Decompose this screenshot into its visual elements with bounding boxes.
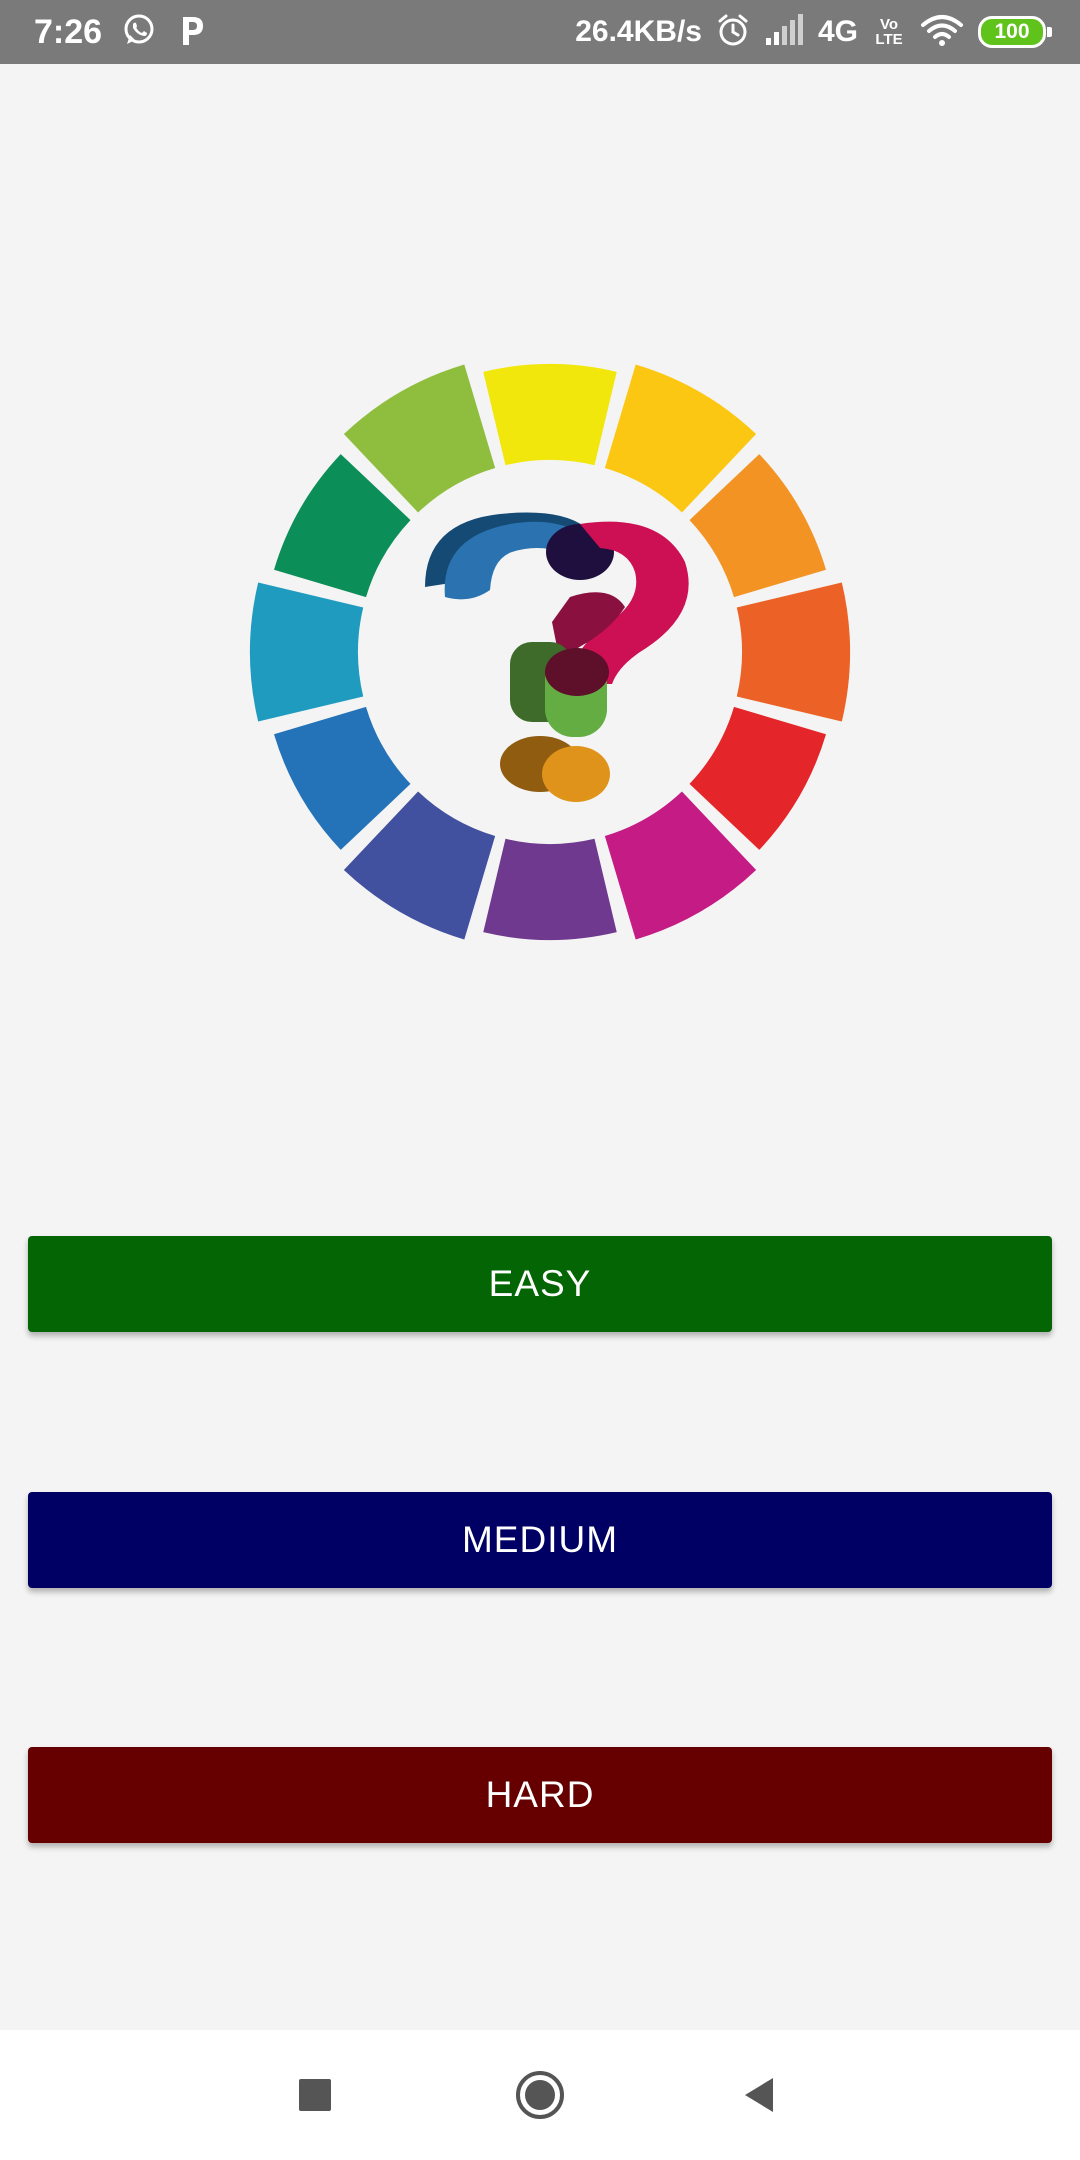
volte-indicator: Vo LTE bbox=[872, 17, 906, 47]
home-circle-icon[interactable] bbox=[510, 2065, 570, 2125]
p-notification-icon bbox=[178, 13, 206, 52]
signal-icon bbox=[764, 13, 804, 51]
battery-icon: 100 bbox=[978, 16, 1052, 48]
status-time: 7:26 bbox=[34, 13, 103, 51]
alarm-icon bbox=[716, 13, 750, 52]
battery-level: 100 bbox=[994, 20, 1030, 43]
recents-square-icon[interactable] bbox=[285, 2065, 345, 2125]
status-left-icons bbox=[122, 10, 206, 54]
status-right-group: 26.4KB/s 4G Vo LTE 100 bbox=[575, 10, 1052, 54]
logo-graphic bbox=[250, 364, 850, 940]
network-type: 4G bbox=[817, 15, 858, 48]
back-triangle-icon[interactable] bbox=[730, 2065, 790, 2125]
wheel-segment bbox=[483, 364, 617, 466]
screen: 7:26 26.4KB/s 4G Vo LTE 100 EASY MEDIUM … bbox=[0, 0, 1080, 2160]
whatsapp-icon bbox=[122, 13, 156, 52]
hard-button[interactable]: HARD bbox=[28, 1747, 1052, 1843]
volte-line1: Vo bbox=[879, 16, 899, 33]
navigation-bar bbox=[0, 2030, 1080, 2160]
color-wheel-question-mark-logo bbox=[240, 352, 860, 952]
wheel-segment bbox=[736, 582, 850, 722]
wifi-icon bbox=[920, 13, 964, 52]
status-bar: 7:26 26.4KB/s 4G Vo LTE 100 bbox=[0, 0, 1080, 64]
network-speed: 26.4KB/s bbox=[575, 15, 702, 48]
medium-button[interactable]: MEDIUM bbox=[28, 1492, 1052, 1588]
question-mark-icon bbox=[425, 512, 689, 802]
wheel-segment bbox=[250, 582, 364, 722]
volte-line2: LTE bbox=[875, 31, 903, 48]
easy-button[interactable]: EASY bbox=[28, 1236, 1052, 1332]
wheel-segment bbox=[483, 838, 617, 940]
